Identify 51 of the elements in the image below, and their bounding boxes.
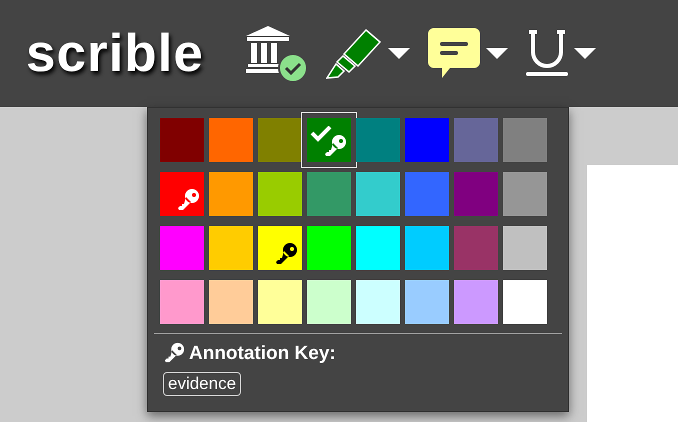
underline-button[interactable] [526, 30, 596, 78]
color-swatch[interactable] [356, 226, 400, 270]
color-swatch[interactable] [503, 118, 547, 162]
key-tag[interactable]: evidence [163, 372, 242, 396]
color-swatch[interactable] [405, 280, 449, 324]
color-swatch[interactable] [307, 118, 351, 162]
highlighter-button[interactable] [326, 28, 410, 80]
color-swatch[interactable] [307, 280, 351, 324]
key-icon [323, 134, 347, 158]
color-swatch[interactable] [160, 226, 204, 270]
color-swatch[interactable] [258, 280, 302, 324]
color-swatch[interactable] [258, 226, 302, 270]
key-icon [176, 188, 200, 212]
color-swatch[interactable] [454, 226, 498, 270]
caret-icon [486, 48, 508, 59]
key-icon [274, 242, 298, 266]
highlighter-icon [326, 28, 382, 80]
color-swatch[interactable] [454, 118, 498, 162]
color-swatch[interactable] [356, 172, 400, 216]
color-swatch[interactable] [503, 280, 547, 324]
color-swatch[interactable] [160, 280, 204, 324]
color-swatch[interactable] [503, 172, 547, 216]
color-swatch[interactable] [405, 226, 449, 270]
color-swatch[interactable] [405, 172, 449, 216]
color-swatch[interactable] [356, 118, 400, 162]
comment-icon [428, 28, 480, 80]
logo: scrible [26, 27, 204, 80]
color-swatch[interactable] [209, 172, 253, 216]
caret-icon [388, 48, 410, 59]
color-swatch[interactable] [454, 280, 498, 324]
color-swatch[interactable] [454, 172, 498, 216]
color-swatch[interactable] [209, 226, 253, 270]
color-swatch[interactable] [258, 118, 302, 162]
underline-icon [526, 30, 568, 78]
color-swatch[interactable] [160, 118, 204, 162]
color-swatch[interactable] [503, 226, 547, 270]
comment-button[interactable] [428, 28, 508, 80]
caret-icon [574, 48, 596, 59]
color-swatch[interactable] [160, 172, 204, 216]
color-swatch[interactable] [209, 280, 253, 324]
color-swatch[interactable] [307, 226, 351, 270]
checkmark-icon [310, 126, 332, 142]
key-icon [163, 342, 185, 364]
color-swatch[interactable] [307, 172, 351, 216]
library-button[interactable] [244, 24, 308, 84]
color-swatch[interactable] [356, 280, 400, 324]
verified-badge-icon [278, 52, 308, 82]
color-swatch[interactable] [405, 118, 449, 162]
color-swatch[interactable] [258, 172, 302, 216]
annotation-key-heading: Annotation Key: [189, 344, 336, 362]
color-swatch[interactable] [209, 118, 253, 162]
